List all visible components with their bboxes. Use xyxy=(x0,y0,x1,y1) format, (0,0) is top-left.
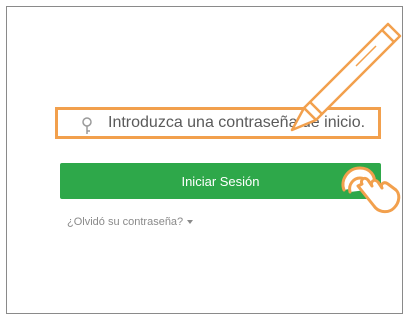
chevron-down-icon xyxy=(187,220,194,225)
key-icon xyxy=(82,117,92,134)
pencil-icon xyxy=(290,22,402,132)
forgot-password-link[interactable]: ¿Olvidó su contraseña? xyxy=(67,216,194,228)
hand-tap-icon xyxy=(341,166,401,214)
signin-button[interactable]: Iniciar Sesión xyxy=(60,163,381,199)
forgot-password-label: ¿Olvidó su contraseña? xyxy=(67,216,184,228)
